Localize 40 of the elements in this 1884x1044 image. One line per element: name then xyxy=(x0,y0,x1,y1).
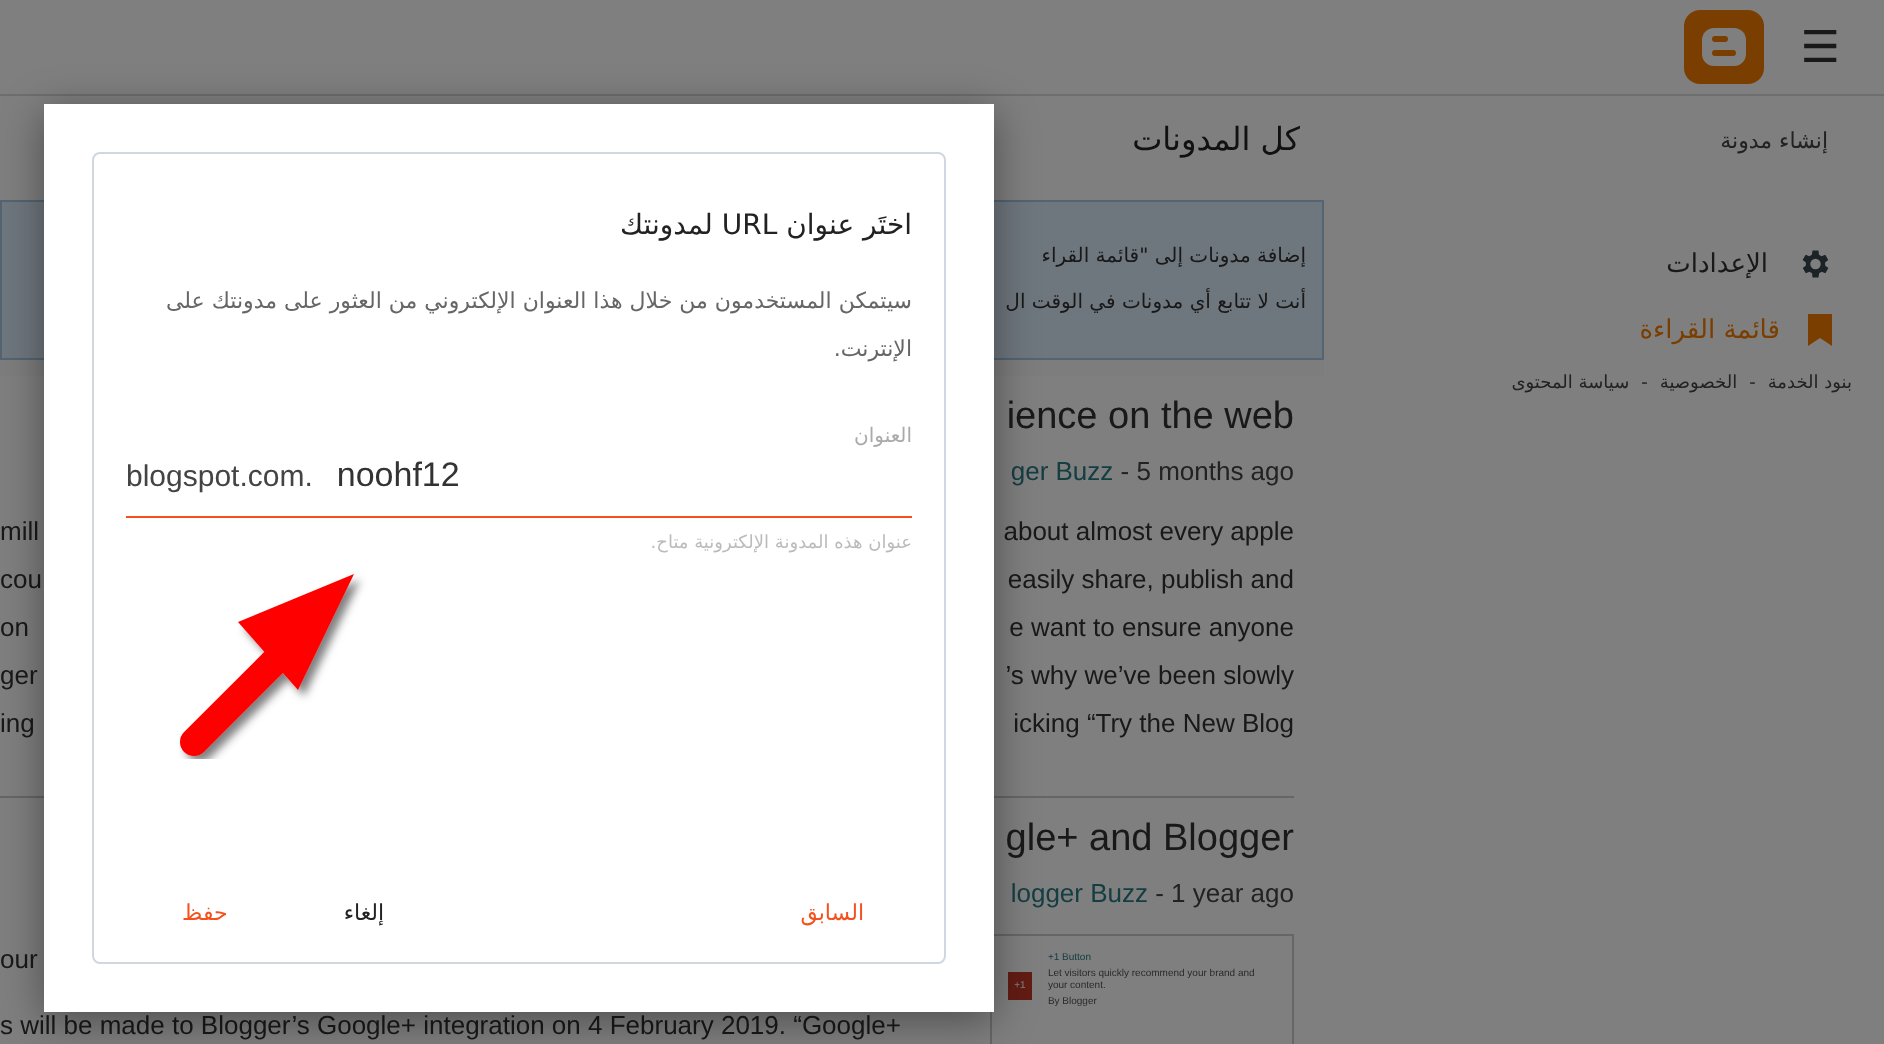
separator-text: - xyxy=(1641,374,1648,394)
post-meta: ger Buzz - 5 months ago xyxy=(1010,456,1294,486)
post-text: easily share, publish and xyxy=(1007,562,1294,598)
sidebar-item[interactable]: قائمة القراءة xyxy=(1639,314,1852,346)
field-label: العنوان xyxy=(852,426,912,448)
domain-suffix: blogspot.com. xyxy=(126,460,313,494)
dialog-button[interactable]: حفظ xyxy=(174,896,236,930)
dialog-button[interactable]: إلغاء xyxy=(335,896,393,930)
post-text: ing xyxy=(0,706,35,742)
post-title[interactable]: gle+ and Blogger xyxy=(1005,818,1294,860)
post-text: on xyxy=(0,610,29,646)
post-text: cou xyxy=(0,562,42,598)
notice-text: إضافة مدونات إلى "قائمة القراء xyxy=(1041,246,1306,268)
post-text: mill xyxy=(0,514,39,550)
dialog-description: سيتمكن المستخدمون من خلال هذا العنوان الإلكتروني من العثور على مدونتك على الإنترنت. xyxy=(163,286,912,366)
author-link[interactable]: logger Buzz xyxy=(1010,878,1148,908)
author-link[interactable]: ger Buzz xyxy=(1010,456,1114,486)
blogger-logo-icon[interactable] xyxy=(1684,10,1765,84)
notice-text: أنت لا تتابع أي مدونات في الوقت ال xyxy=(1005,292,1306,314)
dialog-title: اختَر عنوان URL لمدونتك xyxy=(618,210,912,242)
create-blog-link[interactable]: إنشاء مدونة xyxy=(1720,128,1828,154)
post-text: icking “Try the New Blog xyxy=(1013,706,1294,742)
separator-text: - xyxy=(1749,374,1756,394)
post-text: about almost every apple xyxy=(1003,514,1294,550)
post-title[interactable]: ience on the web xyxy=(1006,396,1294,438)
post-text: ger xyxy=(0,658,38,694)
address-input[interactable]: noohf12 xyxy=(336,456,912,496)
post-text: ’s why we’ve been slowly xyxy=(1005,658,1294,694)
post-text: our xyxy=(0,946,40,974)
helper-text: عنوان هذه المدونة الإلكترونية متاح. xyxy=(648,534,912,554)
post-meta: logger Buzz - 1 year ago xyxy=(1010,878,1294,908)
post-text: e want to ensure anyone xyxy=(1009,610,1294,646)
post-text: s will be made to Blogger’s Google+ integration on 4 February 2019. “Google+ xyxy=(0,1012,901,1040)
menu-icon[interactable]: ☰ xyxy=(1800,21,1840,73)
footer-link[interactable]: الخصوصية xyxy=(1659,374,1738,394)
sidebar-item[interactable]: الإعدادات xyxy=(1666,246,1852,282)
dialog-button[interactable]: السابق xyxy=(792,896,872,930)
footer-link[interactable]: بنود الخدمة xyxy=(1767,374,1852,394)
bookmark-icon xyxy=(1808,314,1832,346)
footer-link[interactable]: سياسة المحتوى xyxy=(1511,374,1630,394)
